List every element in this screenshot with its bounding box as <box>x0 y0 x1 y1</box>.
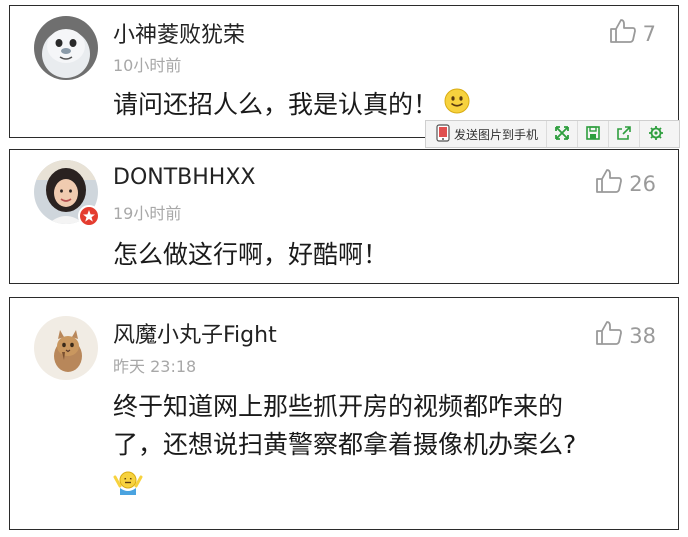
like-count: 38 <box>629 323 656 348</box>
save-button[interactable] <box>578 121 610 147</box>
like-count: 26 <box>629 171 656 196</box>
timestamp: 10小时前 <box>113 56 182 75</box>
comment-text: 怎么做这行啊，好酷啊！ <box>113 240 389 269</box>
thumbs-up-icon <box>609 18 637 49</box>
comment-text-line: 请问还招人么，我是认真的！ <box>113 90 439 119</box>
timestamp: 19小时前 <box>113 204 182 223</box>
thumbs-up-icon <box>595 320 623 351</box>
settings-button[interactable] <box>640 121 671 147</box>
send-to-phone-label: 发送图片到手机 <box>454 127 539 142</box>
verified-badge-icon <box>78 205 100 227</box>
comment-text-line: 了，还想说扫黄警察都拿着摄像机办案么? <box>113 430 577 459</box>
gear-icon <box>648 125 664 144</box>
save-icon <box>586 125 600 143</box>
comment-text-line: 终于知道网上那些抓开房的视频都咋来的 <box>113 392 564 421</box>
avatar[interactable] <box>34 16 98 80</box>
share-button[interactable] <box>609 121 641 147</box>
shrug-emoji-icon <box>113 468 638 507</box>
timestamp: 昨天 23:18 <box>113 357 197 376</box>
image-toolbar: 发送图片到手机 <box>425 120 680 148</box>
comment-card: DONTBHHXX 19小时前 26 怎么做这行啊，好酷啊！ <box>9 149 679 284</box>
share-icon <box>617 125 631 143</box>
like-button[interactable]: 38 <box>595 320 656 351</box>
username[interactable]: DONTBHHXX <box>113 165 255 190</box>
phone-send-icon <box>436 123 450 145</box>
like-button[interactable]: 7 <box>609 18 656 49</box>
like-count: 7 <box>642 21 656 46</box>
comment-text: 终于知道网上那些抓开房的视频都咋来的 了，还想说扫黄警察都拿着摄像机办案么? <box>113 388 638 507</box>
like-button[interactable]: 26 <box>595 168 656 199</box>
username[interactable]: 小神菱败犹荣 <box>113 17 245 49</box>
comment-card: 风魔小丸子Fight 昨天 23:18 38 终于知道网上那些抓开房的视频都咋来… <box>9 297 679 530</box>
avatar[interactable] <box>34 316 98 380</box>
username[interactable]: 风魔小丸子Fight <box>113 317 277 349</box>
comment-card: 小神菱败犹荣 10小时前 7 请问还招人么，我是认真的！ <box>9 5 679 138</box>
expand-icon <box>555 125 569 143</box>
expand-button[interactable] <box>547 121 579 147</box>
send-to-phone-button[interactable]: 发送图片到手机 <box>426 121 548 147</box>
thumbs-up-icon <box>595 168 623 199</box>
